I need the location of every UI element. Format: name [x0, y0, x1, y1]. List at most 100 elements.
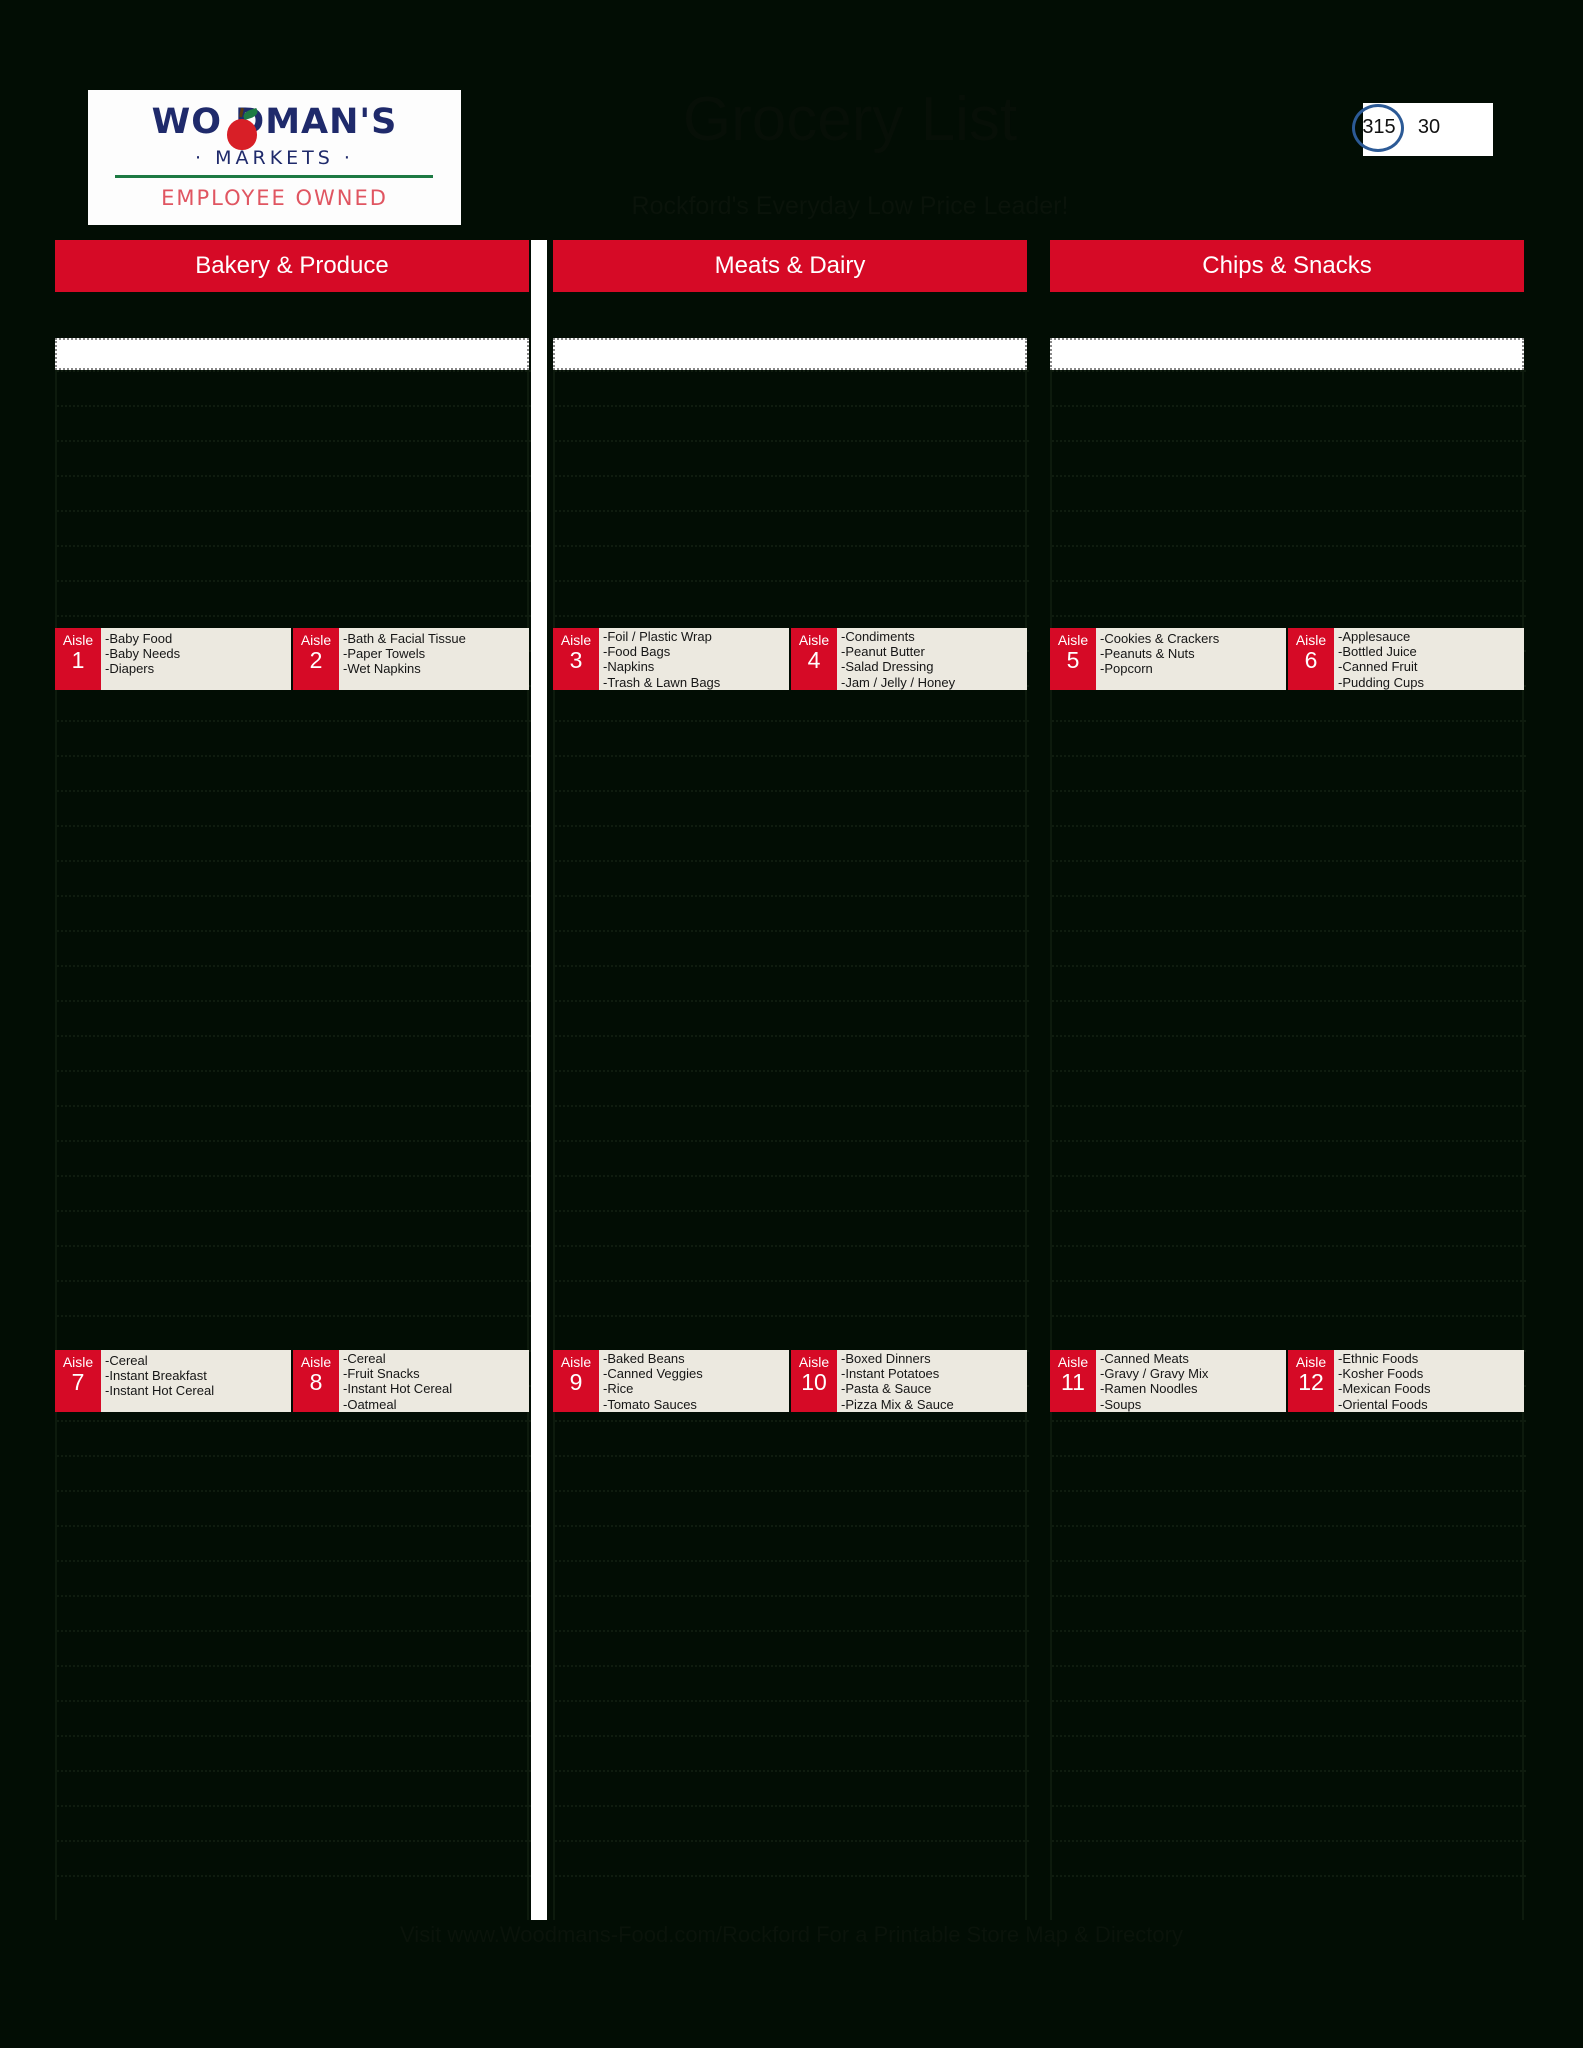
woodmans-logo: WO DMAN'S · MARKETS · EMPLOYEE OWNED — [88, 90, 461, 225]
rule-line — [555, 1140, 1029, 1142]
rule-line — [57, 1630, 531, 1632]
rule-line — [57, 1525, 531, 1527]
rule-line — [555, 1105, 1029, 1107]
aisle-tag: Aisle 9 — [553, 1350, 599, 1412]
aisle-block: Aisle 7 -Cereal -Instant Breakfast -Instant … — [55, 1350, 291, 1412]
grocery-column: Meats & Dairy Aisle 3 -Foil / Plastic Wrap -… — [553, 240, 1029, 1920]
aisle-item: -Applesauce — [1338, 629, 1411, 644]
aisle-item-list: -Boxed Dinners -Instant Potatoes -Pasta & … — [837, 1350, 1027, 1412]
rule-line — [1052, 1840, 1526, 1842]
rule-line — [1052, 1070, 1526, 1072]
aisle-block: Aisle 12 -Ethnic Foods -Kosher Foods -Mexica… — [1288, 1350, 1524, 1412]
aisle-number: 12 — [1298, 1369, 1324, 1395]
rule-line — [555, 790, 1029, 792]
rule-line — [57, 1490, 531, 1492]
aisle-label: Aisle — [62, 632, 94, 648]
aisle-item: -Mexican Foods — [1338, 1381, 1431, 1397]
column-write-input[interactable] — [553, 338, 1027, 370]
page-number-primary: 315 — [1362, 116, 1396, 138]
logo-tagline: EMPLOYEE OWNED — [161, 186, 388, 210]
aisle-item: -Rice — [603, 1381, 634, 1397]
column-write-field[interactable] — [555, 340, 1025, 368]
rule-line — [1052, 405, 1526, 407]
aisle-item: -Salad Dressing — [841, 659, 934, 675]
aisle-item: -Baby Food — [105, 631, 173, 646]
column-write-field[interactable] — [57, 340, 527, 368]
aisle-block: Aisle 2 -Bath & Facial Tissue -Paper Towels… — [293, 628, 529, 690]
aisle-label: Aisle — [62, 1354, 94, 1370]
aisle-item-list: -Cereal -Fruit Snacks -Instant Hot Cereal -… — [339, 1350, 529, 1412]
rule-line — [1052, 580, 1526, 582]
aisle-tag: Aisle 10 — [791, 1350, 837, 1412]
rule-line — [555, 1280, 1029, 1282]
rule-line — [57, 370, 531, 372]
aisle-item: -Boxed Dinners — [841, 1351, 931, 1366]
aisle-item: -Pasta & Sauce — [841, 1381, 932, 1397]
aisle-item: -Popcorn — [1100, 661, 1153, 677]
rule-line — [1052, 1735, 1526, 1737]
ruled-write-area[interactable] — [553, 370, 1029, 1920]
column-write-input[interactable] — [1050, 338, 1524, 370]
rule-line — [57, 930, 531, 932]
rule-line — [1052, 1805, 1526, 1807]
aisle-item-list: -Applesauce -Bottled Juice -Canned Fruit -P… — [1334, 628, 1524, 690]
column-write-field[interactable] — [1052, 340, 1522, 368]
rule-line — [57, 825, 531, 827]
rule-line — [555, 1770, 1029, 1772]
rule-line — [555, 1455, 1029, 1457]
aisle-item: -Cookies & Crackers — [1100, 631, 1220, 646]
aisle-item-list: -Cereal -Instant Breakfast -Instant Hot Ce… — [101, 1350, 291, 1412]
rule-line — [57, 1595, 531, 1597]
rule-line — [555, 405, 1029, 407]
rule-line — [57, 1070, 531, 1072]
rule-line — [1052, 1455, 1526, 1457]
rule-line — [555, 1525, 1029, 1527]
aisle-item: -Baby Needs — [105, 646, 181, 662]
aisle-row: Aisle 3 -Foil / Plastic Wrap -Food Bags -Nap… — [553, 628, 1027, 690]
aisle-item-list: -Foil / Plastic Wrap -Food Bags -Napkins -T… — [599, 628, 789, 690]
aisle-tag: Aisle 11 — [1050, 1350, 1096, 1412]
rule-line — [1052, 930, 1526, 932]
rule-line — [1052, 1245, 1526, 1247]
aisle-item-list: -Condiments -Peanut Butter -Salad Dressing… — [837, 628, 1027, 690]
column-header: Bakery & Produce — [55, 240, 529, 292]
rule-line — [57, 965, 531, 967]
aisle-item: -Kosher Foods — [1338, 1366, 1424, 1382]
aisle-item: -Gravy / Gravy Mix — [1100, 1366, 1209, 1382]
rule-line — [1052, 1700, 1526, 1702]
rule-line — [555, 755, 1029, 757]
aisle-block: Aisle 9 -Baked Beans -Canned Veggies -Rice -T… — [553, 1350, 789, 1412]
ruled-write-area[interactable] — [55, 370, 531, 1920]
rule-line — [57, 1560, 531, 1562]
aisle-tag: Aisle 3 — [553, 628, 599, 690]
rule-line — [555, 1700, 1029, 1702]
ruled-write-area[interactable] — [1050, 370, 1526, 1920]
aisle-item: -Peanut Butter — [841, 644, 925, 660]
rule-line — [57, 1245, 531, 1247]
column-write-input[interactable] — [55, 338, 529, 370]
logo-markets-text: · MARKETS · — [195, 147, 354, 169]
aisle-item: -Peanuts & Nuts — [1100, 646, 1195, 662]
rule-line — [1052, 860, 1526, 862]
rule-line — [555, 615, 1029, 617]
rule-line — [555, 860, 1029, 862]
rule-line — [1052, 1560, 1526, 1562]
rule-line — [1052, 1175, 1526, 1177]
rule-line — [57, 1735, 531, 1737]
rule-line — [57, 1035, 531, 1037]
aisle-number: 6 — [1304, 647, 1318, 673]
aisle-item: -Tomato Sauces — [603, 1396, 697, 1412]
aisle-number: 7 — [71, 1369, 85, 1395]
aisle-item: -Wet Napkins — [343, 661, 421, 677]
aisle-label: Aisle — [1295, 1354, 1327, 1370]
rule-line — [1052, 510, 1526, 512]
aisle-block: Aisle 10 -Boxed Dinners -Instant Potatoes -P… — [791, 1350, 1027, 1412]
rule-line — [1052, 545, 1526, 547]
aisle-number: 3 — [569, 647, 583, 673]
aisle-item: -Baked Beans — [603, 1351, 685, 1366]
rule-line — [555, 510, 1029, 512]
rule-line — [1052, 1875, 1526, 1877]
aisle-item: -Cereal — [343, 1351, 386, 1366]
aisle-item: -Soups — [1100, 1396, 1142, 1412]
rule-line — [555, 1875, 1029, 1877]
